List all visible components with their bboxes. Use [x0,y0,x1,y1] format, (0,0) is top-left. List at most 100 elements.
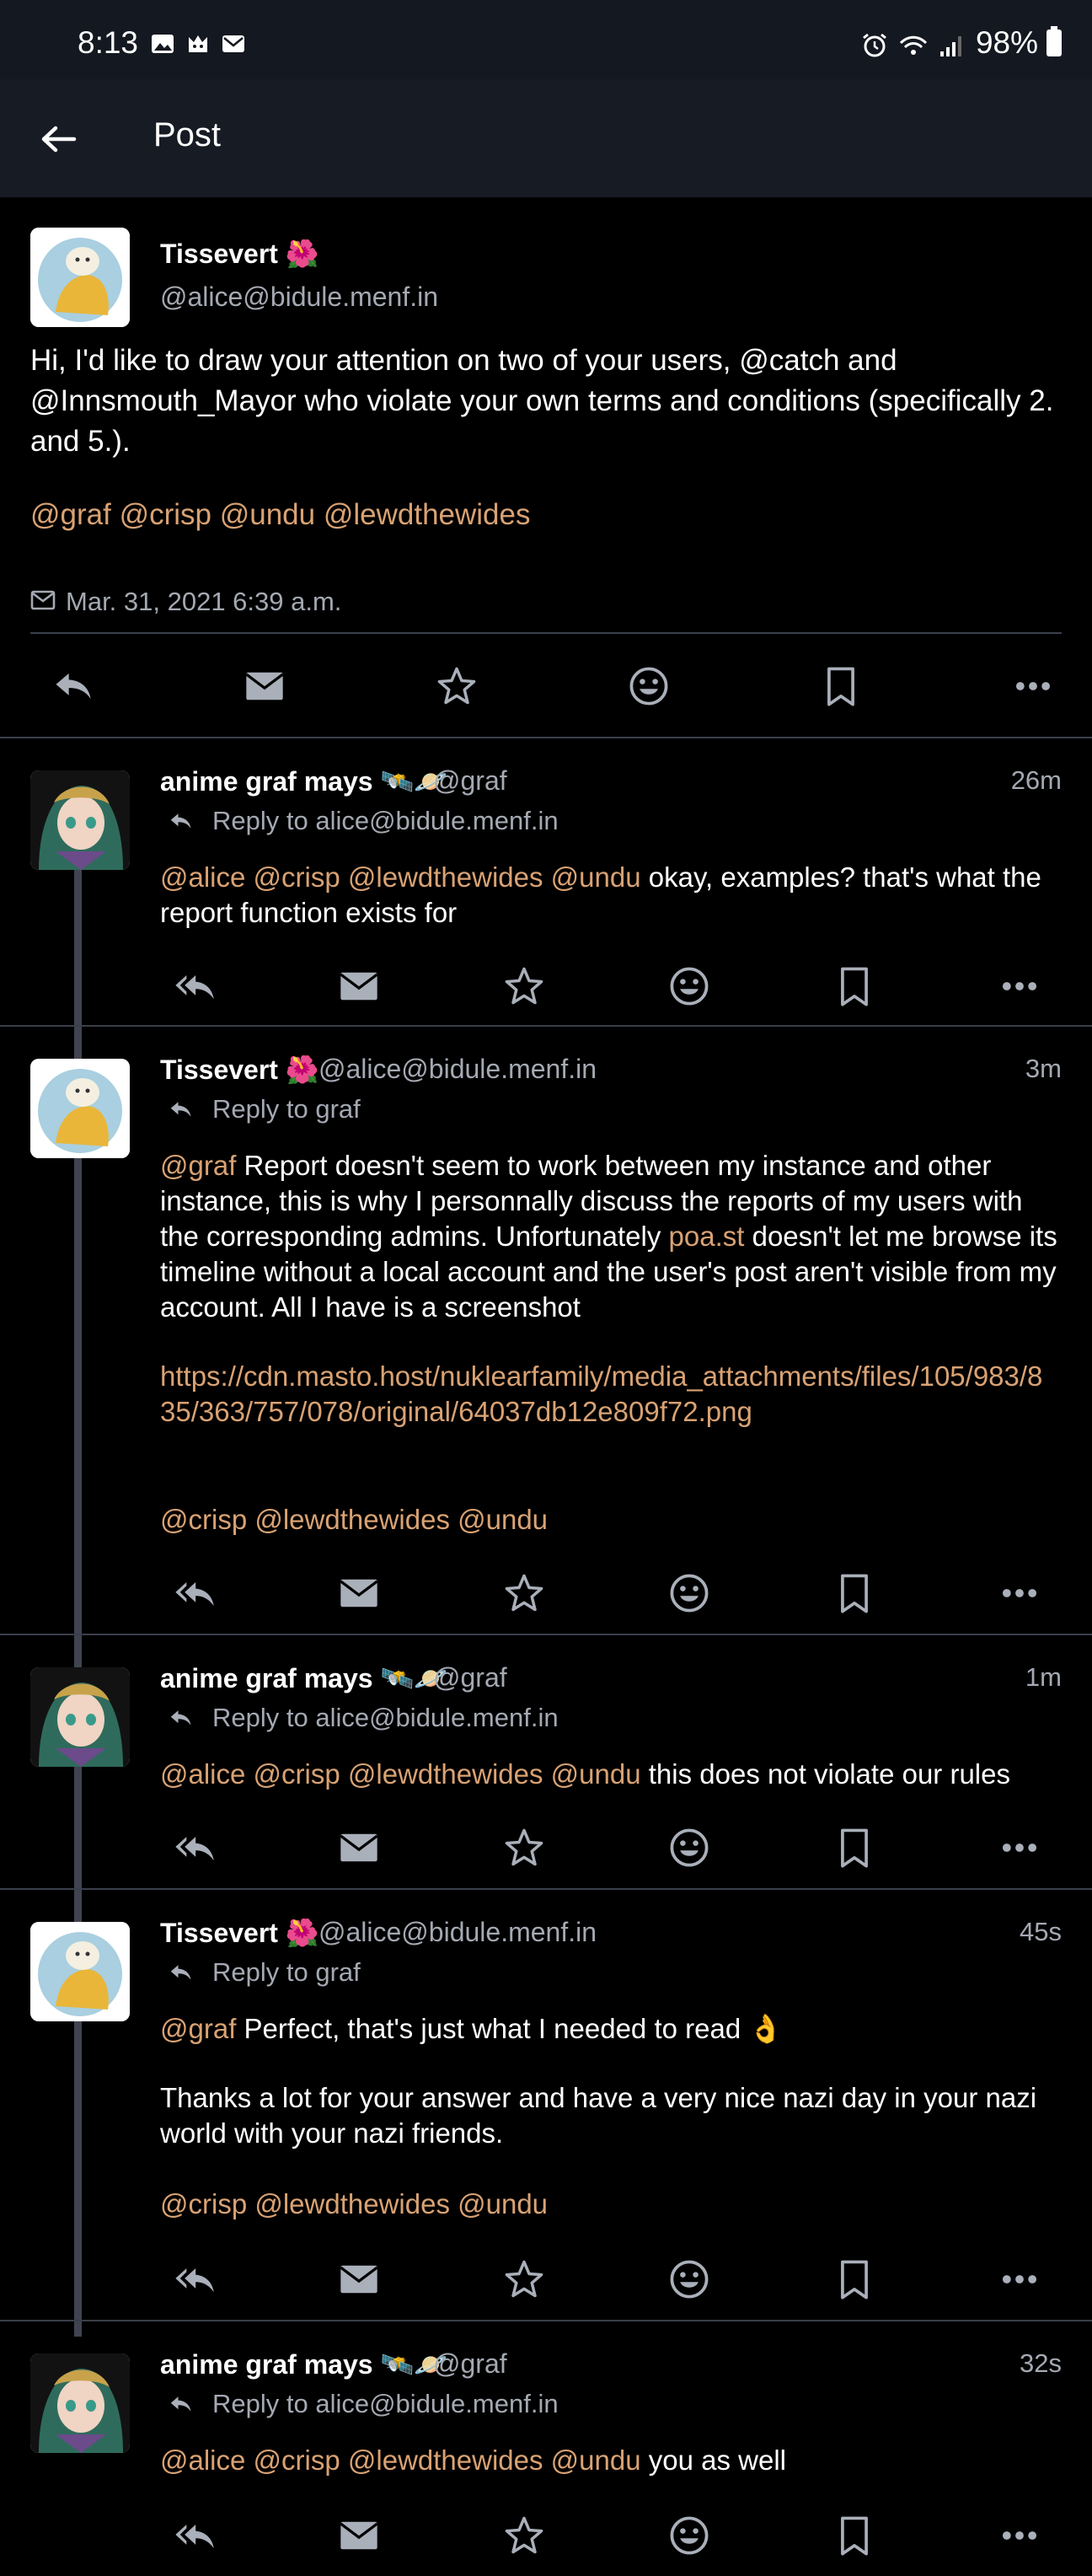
favourite-button[interactable] [499,961,549,1012]
react-button[interactable] [664,1822,715,1873]
back-arrow-icon[interactable] [37,118,79,160]
direct-message-button[interactable] [334,2510,384,2561]
author-handle[interactable]: @alice@bidule.menf.in [318,1917,597,1948]
attachment-link[interactable]: https://cdn.masto.host/nuklearfamily/med… [160,1359,1053,1430]
mail-notification-icon [221,32,246,56]
signal-icon [937,30,967,56]
author-handle[interactable]: @graf [433,1662,507,1693]
envelope-icon [337,2257,381,2301]
reply-icon [163,1960,197,1985]
avatar[interactable] [30,1667,130,1767]
direct-message-button[interactable] [334,961,384,1012]
more-icon [998,1826,1041,1870]
app-notification-icon [185,32,211,56]
react-button[interactable] [624,661,674,711]
bookmark-button[interactable] [829,2254,880,2305]
reply-all-button[interactable] [169,1568,219,1618]
reply-all-icon [172,1571,216,1615]
author-handle[interactable]: @alice@bidule.menf.in [160,282,438,313]
post-time: 3m [1025,1054,1062,1083]
reply-all-button[interactable] [169,1822,219,1873]
post-mentions[interactable]: @alice @crisp @lewdthewides @undu [160,1758,641,1790]
inline-link[interactable]: poa.st [669,1221,745,1252]
bookmark-icon [832,1826,876,1870]
favourite-button[interactable] [499,2510,549,2561]
bookmark-button[interactable] [829,961,880,1012]
mention-link[interactable]: @graf [160,1150,236,1181]
avatar[interactable] [30,1922,130,2021]
reply-icon [163,808,197,834]
reply-button[interactable] [47,661,98,711]
bookmark-icon [832,2257,876,2301]
smiley-icon [627,664,671,708]
post-mentions[interactable]: @crisp @lewdthewides @undu [160,1502,1045,1538]
reply-icon [163,1705,197,1731]
reply-icon [163,1097,197,1122]
favourite-button[interactable] [431,661,482,711]
reply-to-label: Reply to alice@bidule.menf.in [163,2389,559,2419]
direct-message-button[interactable] [334,1822,384,1873]
favourite-button[interactable] [499,1568,549,1618]
bookmark-button[interactable] [829,2510,880,2561]
bookmark-button[interactable] [829,1822,880,1873]
reply-all-button[interactable] [169,2254,219,2305]
author-handle[interactable]: @alice@bidule.menf.in [318,1054,597,1085]
author-name[interactable]: Tissevert 🌺 [160,1054,319,1086]
post-actions [169,1822,1045,1873]
wifi-call-icon [898,30,929,56]
avatar[interactable] [30,1059,130,1158]
post-mentions[interactable]: @alice @crisp @lewdthewides @undu [160,861,641,893]
favourite-button[interactable] [499,2254,549,2305]
author-handle[interactable]: @graf [433,2348,507,2380]
author-name[interactable]: Tissevert 🌺 [160,238,319,270]
author-handle[interactable]: @graf [433,765,507,797]
author-name[interactable]: anime graf mays 🛰️🪐 [160,765,447,797]
bookmark-button[interactable] [816,661,866,711]
react-button[interactable] [664,961,715,1012]
bookmark-button[interactable] [829,1568,880,1618]
more-button[interactable] [1008,661,1058,711]
react-button[interactable] [664,1568,715,1618]
direct-message-button[interactable] [239,661,290,711]
direct-message-button[interactable] [334,1568,384,1618]
avatar[interactable] [30,228,130,327]
bookmark-icon [832,1571,876,1615]
post-time: 1m [1025,1662,1062,1692]
post-actions [169,2510,1045,2561]
reply-icon [51,664,94,708]
react-button[interactable] [664,2254,715,2305]
reply-to-label: Reply to graf [163,1094,361,1124]
more-button[interactable] [994,2510,1045,2561]
reply-post: anime graf mays 🛰️🪐 @graf 26m Reply to a… [0,737,1092,1027]
reply-all-icon [172,2514,216,2557]
reply-all-button[interactable] [169,2510,219,2561]
mention-link[interactable]: @graf [160,2013,236,2044]
more-button[interactable] [994,961,1045,1012]
more-icon [998,2257,1041,2301]
favourite-button[interactable] [499,1822,549,1873]
reply-icon [163,2391,197,2417]
star-icon [502,2257,546,2301]
avatar[interactable] [30,770,130,870]
author-name[interactable]: anime graf mays 🛰️🪐 [160,2348,447,2380]
post-mentions[interactable]: @graf @crisp @undu @lewdthewides [30,497,1067,533]
reply-all-icon [172,964,216,1008]
direct-message-button[interactable] [334,2254,384,2305]
smiley-icon [667,1826,711,1870]
more-button[interactable] [994,1568,1045,1618]
author-name[interactable]: anime graf mays 🛰️🪐 [160,1662,447,1694]
post-time: 32s [1020,2348,1062,2378]
reply-all-button[interactable] [169,961,219,1012]
divider [30,632,1062,634]
reply-post: Tissevert 🌺 @alice@bidule.menf.in 3m Rep… [0,1025,1092,1635]
reply-to-label: Reply to alice@bidule.menf.in [163,806,559,836]
post-mentions[interactable]: @crisp @lewdthewides @undu [160,2187,1045,2222]
envelope-icon [30,588,56,612]
post-mentions[interactable]: @alice @crisp @lewdthewides @undu [160,2445,641,2476]
more-button[interactable] [994,2254,1045,2305]
react-button[interactable] [664,2510,715,2561]
post-body: @graf Report doesn't seem to work betwee… [160,1150,1057,1323]
avatar[interactable] [30,2353,130,2453]
author-name[interactable]: Tissevert 🌺 [160,1917,319,1949]
more-button[interactable] [994,1822,1045,1873]
